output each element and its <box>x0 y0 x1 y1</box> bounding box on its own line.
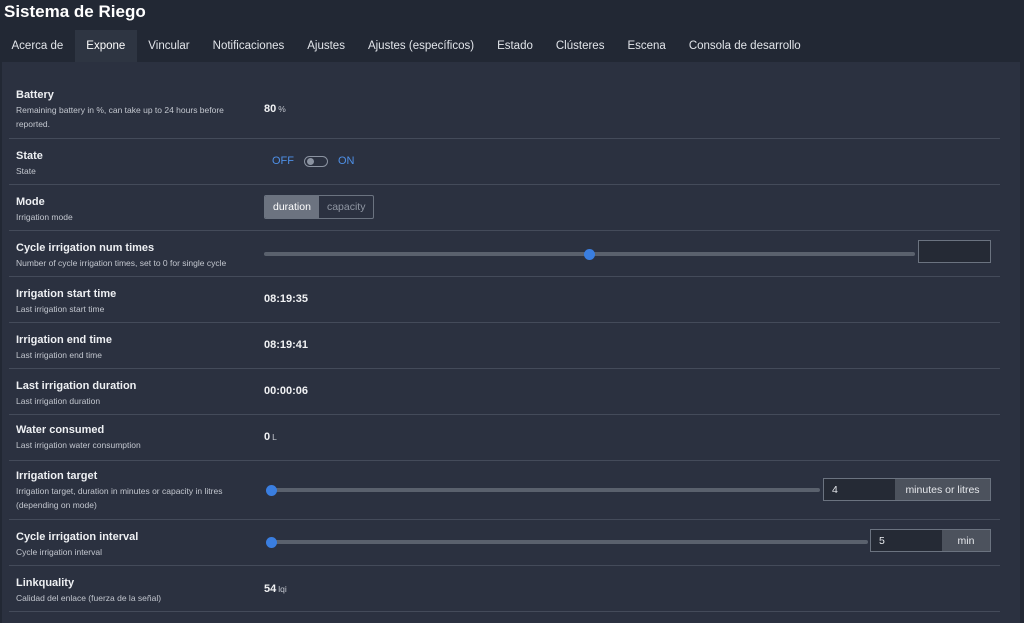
start-time-title: Irrigation start time <box>16 288 117 300</box>
linkquality-title: Linkquality <box>16 577 75 589</box>
interval-input[interactable]: 5 <box>870 529 943 552</box>
tab-ajustes-especificos[interactable]: Ajustes (específicos) <box>356 30 485 62</box>
water-unit: L <box>272 432 277 442</box>
target-row: Irrigation target Irrigation target, dur… <box>9 461 1000 520</box>
cycle-times-input[interactable] <box>918 240 991 263</box>
interval-title: Cycle irrigation interval <box>16 531 139 543</box>
start-time-desc: Last irrigation start time <box>16 304 105 314</box>
battery-value: 80 <box>264 103 277 115</box>
end-time-desc: Last irrigation end time <box>16 350 102 360</box>
state-row: State State OFF ON <box>9 139 1000 185</box>
cycle-times-slider[interactable] <box>264 248 915 260</box>
tab-escena[interactable]: Escena <box>616 30 677 62</box>
expose-panel: Battery Remaining battery in %, can take… <box>2 62 1020 623</box>
app-title: Sistema de Riego <box>4 2 146 21</box>
state-desc: State <box>16 166 36 176</box>
battery-value-wrap: 80% <box>264 103 286 115</box>
state-switch[interactable] <box>304 155 328 167</box>
tab-ajustes[interactable]: Ajustes <box>296 30 357 62</box>
cycle-times-desc: Number of cycle irrigation times, set to… <box>16 258 227 268</box>
battery-desc: Remaining battery in %, can take up to 2… <box>16 105 224 129</box>
interval-unit: min <box>942 529 991 552</box>
state-off-label[interactable]: OFF <box>272 155 294 167</box>
battery-unit: % <box>278 104 286 114</box>
linkquality-desc: Calidad del enlace (fuerza de la señal) <box>16 593 162 603</box>
tab-notificaciones[interactable]: Notificaciones <box>201 30 296 62</box>
switch-knob <box>307 157 314 165</box>
target-desc: Irrigation target, duration in minutes o… <box>16 486 223 510</box>
duration-desc: Last irrigation duration <box>16 396 101 406</box>
water-desc: Last irrigation water consumption <box>16 440 141 450</box>
linkquality-value-wrap: 54 lqi <box>264 583 287 595</box>
duration-value: 00:00:06 <box>264 385 309 397</box>
tab-expone[interactable]: Expone <box>74 30 137 62</box>
linkquality-value: 54 <box>264 583 277 595</box>
end-time-value: 08:19:41 <box>264 339 309 351</box>
tab-acerca-de[interactable]: Acerca de <box>0 30 75 62</box>
cycle-times-slider-thumb[interactable] <box>584 248 595 260</box>
interval-desc: Cycle irrigation interval <box>16 547 102 557</box>
target-slider-thumb[interactable] <box>265 484 277 496</box>
start-time-value: 08:19:35 <box>264 293 309 305</box>
tab-bar: Acerca de Expone Vincular Notificaciones… <box>0 30 1024 62</box>
battery-row: Battery Remaining battery in %, can take… <box>9 77 1000 139</box>
interval-row: Cycle irrigation interval Cycle irrigati… <box>9 520 1000 566</box>
water-row: Water consumed Last irrigation water con… <box>9 415 1000 461</box>
interval-slider[interactable] <box>265 536 868 548</box>
target-unit: minutes or litres <box>895 478 991 501</box>
tab-estado[interactable]: Estado <box>486 30 545 62</box>
water-title: Water consumed <box>16 424 105 436</box>
water-value: 0 <box>264 431 271 443</box>
state-title: State <box>16 150 43 162</box>
interval-slider-thumb[interactable] <box>265 536 277 548</box>
start-time-row: Irrigation start time Last irrigation st… <box>9 277 1000 323</box>
mode-title: Mode <box>16 196 45 208</box>
mode-selector: duration capacity <box>264 195 375 219</box>
mode-row: Mode Irrigation mode duration capacity <box>9 185 1000 231</box>
linkquality-row: Linkquality Calidad del enlace (fuerza d… <box>9 566 1000 612</box>
tab-clusteres[interactable]: Clústeres <box>544 30 616 62</box>
duration-title: Last irrigation duration <box>16 380 137 392</box>
state-toggle: OFF ON <box>272 155 355 167</box>
state-on-label[interactable]: ON <box>338 155 355 167</box>
target-input[interactable]: 4 <box>823 478 896 501</box>
end-time-row: Irrigation end time Last irrigation end … <box>9 323 1000 369</box>
target-title: Irrigation target <box>16 470 98 482</box>
cycle-times-row: Cycle irrigation num times Number of cyc… <box>9 231 1000 277</box>
duration-row: Last irrigation duration Last irrigation… <box>9 369 1000 415</box>
mode-duration-button[interactable]: duration <box>265 196 319 218</box>
water-value-wrap: 0L <box>264 431 277 443</box>
cycle-times-title: Cycle irrigation num times <box>16 242 155 254</box>
end-time-title: Irrigation end time <box>16 334 112 346</box>
tab-vincular[interactable]: Vincular <box>137 30 201 62</box>
linkquality-unit: lqi <box>278 584 287 594</box>
mode-capacity-button[interactable]: capacity <box>319 196 374 218</box>
battery-title: Battery <box>16 89 54 101</box>
mode-desc: Irrigation mode <box>16 212 73 222</box>
tab-consola-de-desarrollo[interactable]: Consola de desarrollo <box>677 30 812 62</box>
target-slider[interactable] <box>265 484 820 496</box>
